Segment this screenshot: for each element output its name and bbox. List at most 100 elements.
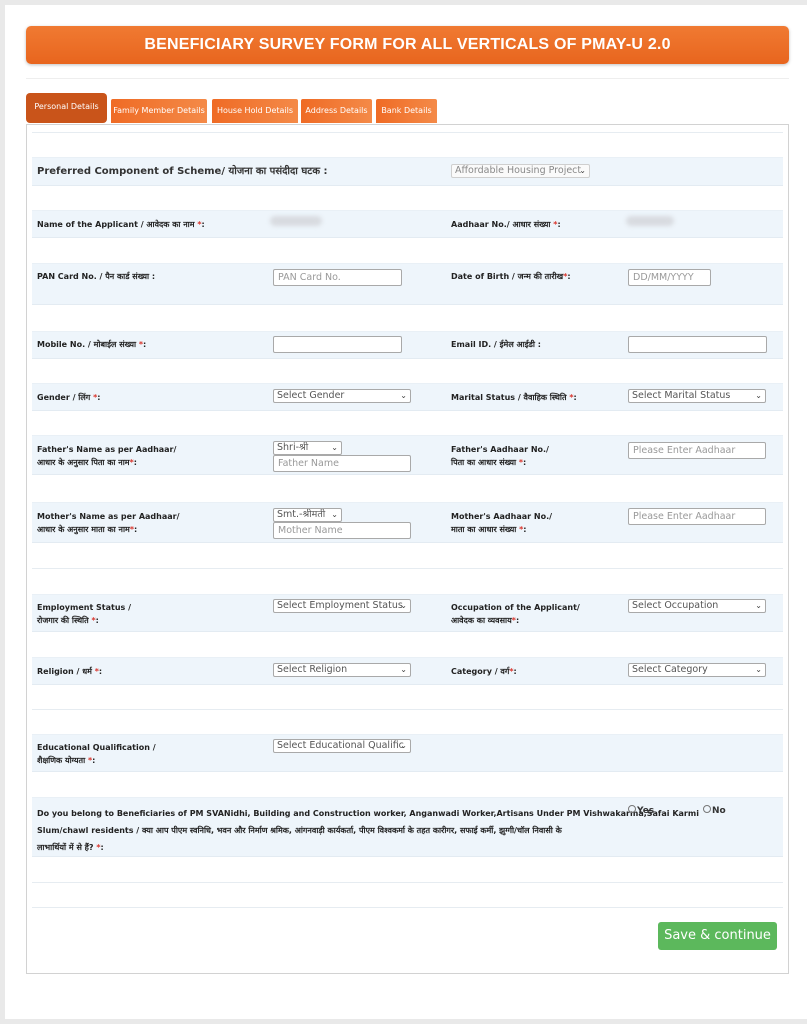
aadhaar-label-text: Aadhaar No./ आधार संख्या xyxy=(451,220,554,229)
dob-label: Date of Birth / जन्म की तारीख*: xyxy=(451,270,571,283)
dob-label-text: Date of Birth / जन्म की तारीख xyxy=(451,272,564,281)
radio-circle-icon[interactable] xyxy=(703,805,711,813)
mother-aadhaar-label-line1: Mother's Aadhaar No./ xyxy=(451,512,553,521)
chevron-down-icon: ⌄ xyxy=(331,443,338,452)
tab-family-member-details[interactable]: Family Member Details xyxy=(111,99,207,123)
category-select-value: Select Category xyxy=(632,664,708,675)
occupation-label-line2: आवेदक का व्यवसाय xyxy=(451,616,512,625)
divider xyxy=(26,78,789,79)
row-separator xyxy=(32,568,783,569)
radio-circle-icon[interactable] xyxy=(628,805,636,813)
email-label: Email ID. / ईमेल आईडी : xyxy=(451,340,541,349)
religion-select-value: Select Religion xyxy=(277,664,348,675)
email-input[interactable] xyxy=(628,336,767,353)
save-continue-button[interactable]: Save & continue xyxy=(658,922,777,950)
father-title-select[interactable]: Shri-श्री ⌄ xyxy=(273,441,342,455)
education-label-line2: शैक्षणिक योग्यता xyxy=(37,756,88,765)
mobile-label-text: Mobile No. / मोबाईल संख्या xyxy=(37,340,139,349)
label-suffix: : xyxy=(515,616,520,625)
row-separator xyxy=(32,882,783,883)
marital-select[interactable]: Select Marital Status ⌄ xyxy=(628,389,766,403)
tab-house-hold-details[interactable]: House Hold Details xyxy=(212,99,298,123)
radio-yes[interactable]: Yes xyxy=(628,805,654,816)
label-suffix: : xyxy=(523,525,527,534)
pan-label: PAN Card No. / पैन कार्ड संख्या : xyxy=(37,272,156,281)
occupation-label: Occupation of the Applicant/ आवेदक का व्… xyxy=(451,601,580,627)
father-aadhaar-label-line2: पिता का आधार संख्या xyxy=(451,458,519,467)
applicant-name-label-text: Name of the Applicant / आवेदक का नाम xyxy=(37,220,198,229)
employment-select-value: Select Employment Status xyxy=(277,600,403,611)
chevron-down-icon: ⌄ xyxy=(331,510,338,519)
label-suffix: : xyxy=(201,220,205,229)
occupation-label-line1: Occupation of the Applicant/ xyxy=(451,603,580,612)
radio-no-label: No xyxy=(712,806,726,816)
applicant-name-label: Name of the Applicant / आवेदक का नाम *: xyxy=(37,218,205,231)
education-select[interactable]: Select Educational Qualific ⌄ xyxy=(273,739,411,753)
occupation-select[interactable]: Select Occupation ⌄ xyxy=(628,599,766,613)
row-separator xyxy=(32,907,783,908)
mother-name-input[interactable]: Mother Name xyxy=(273,522,411,539)
label-suffix: : xyxy=(134,525,138,534)
mother-aadhaar-input[interactable]: Please Enter Aadhaar xyxy=(628,508,766,525)
pm-beneficiary-question-line1: Do you belong to Beneficiaries of PM SVA… xyxy=(37,809,699,818)
tab-address-details[interactable]: Address Details xyxy=(301,99,372,123)
label-suffix: : xyxy=(100,843,104,852)
chevron-down-icon: ⌄ xyxy=(400,741,407,750)
mother-aadhaar-label-line2: माता का आधार संख्या xyxy=(451,525,520,534)
marital-select-value: Select Marital Status xyxy=(632,390,731,401)
mother-title-value: Smt.-श्रीमती xyxy=(277,509,326,520)
mobile-label: Mobile No. / मोबाईल संख्या *: xyxy=(37,338,146,351)
gender-label-text: Gender / लिंग xyxy=(37,393,94,402)
tab-bank-details[interactable]: Bank Details xyxy=(376,99,437,123)
label-suffix: : xyxy=(143,340,147,349)
religion-select[interactable]: Select Religion ⌄ xyxy=(273,663,411,677)
pm-beneficiary-question-line2: Slum/chawl residents / क्या आप पीएम स्वन… xyxy=(37,826,562,835)
gender-select[interactable]: Select Gender ⌄ xyxy=(273,389,411,403)
category-select[interactable]: Select Category ⌄ xyxy=(628,663,766,677)
mobile-input[interactable] xyxy=(273,336,402,353)
label-suffix: : xyxy=(133,458,137,467)
employment-select[interactable]: Select Employment Status ⌄ xyxy=(273,599,411,613)
aadhaar-label: Aadhaar No./ आधार संख्या *: xyxy=(451,218,561,231)
row-separator xyxy=(32,132,783,133)
label-suffix: : xyxy=(523,458,527,467)
tab-personal-details[interactable]: Personal Details xyxy=(26,93,107,123)
radio-no[interactable]: No xyxy=(703,805,726,816)
label-suffix: : xyxy=(95,616,99,625)
component-select-value: Affordable Housing Project xyxy=(455,165,582,176)
chevron-down-icon: ⌄ xyxy=(755,665,762,674)
label-suffix: : xyxy=(567,272,571,281)
education-label-line1: Educational Qualification / xyxy=(37,743,156,752)
father-name-label: Father's Name as per Aadhaar/ आधार के अन… xyxy=(37,443,176,469)
religion-label: Religion / धर्म *: xyxy=(37,665,102,678)
component-select[interactable]: Affordable Housing Project ⌄ xyxy=(451,164,590,178)
chevron-down-icon: ⌄ xyxy=(400,665,407,674)
education-label: Educational Qualification / शैक्षणिक योग… xyxy=(37,741,156,767)
pm-beneficiary-question-line3: लाभार्थियों में से हैं? xyxy=(37,843,97,852)
label-suffix: : xyxy=(513,667,517,676)
mother-aadhaar-label: Mother's Aadhaar No./ माता का आधार संख्य… xyxy=(451,510,552,536)
father-aadhaar-input[interactable]: Please Enter Aadhaar xyxy=(628,442,766,459)
mother-title-select[interactable]: Smt.-श्रीमती ⌄ xyxy=(273,508,342,522)
father-title-value: Shri-श्री xyxy=(277,442,309,453)
label-suffix: : xyxy=(98,667,103,676)
aadhaar-value-redacted xyxy=(626,216,674,226)
row-separator xyxy=(32,709,783,710)
chevron-down-icon: ⌄ xyxy=(400,601,407,610)
dob-input[interactable]: DD/MM/YYYY xyxy=(628,269,711,286)
chevron-down-icon: ⌄ xyxy=(755,601,762,610)
father-aadhaar-label: Father's Aadhaar No./ पिता का आधार संख्य… xyxy=(451,443,549,469)
mother-name-label-line2: आधार के अनुसार माता का नाम xyxy=(37,525,130,534)
pan-input[interactable]: PAN Card No. xyxy=(273,269,402,286)
applicant-name-value-redacted xyxy=(270,216,322,226)
chevron-down-icon: ⌄ xyxy=(400,391,407,400)
label-suffix: : xyxy=(97,393,101,402)
page-title: BENEFICIARY SURVEY FORM FOR ALL VERTICAL… xyxy=(26,26,789,64)
employment-label-line2: रोजगार की स्थिति xyxy=(37,616,92,625)
father-name-input[interactable]: Father Name xyxy=(273,455,411,472)
gender-label: Gender / लिंग *: xyxy=(37,391,100,404)
mother-name-label-line1: Mother's Name as per Aadhaar/ xyxy=(37,512,180,521)
education-select-value: Select Educational Qualific xyxy=(277,740,404,751)
chevron-down-icon: ⌄ xyxy=(755,391,762,400)
gender-select-value: Select Gender xyxy=(277,390,345,401)
